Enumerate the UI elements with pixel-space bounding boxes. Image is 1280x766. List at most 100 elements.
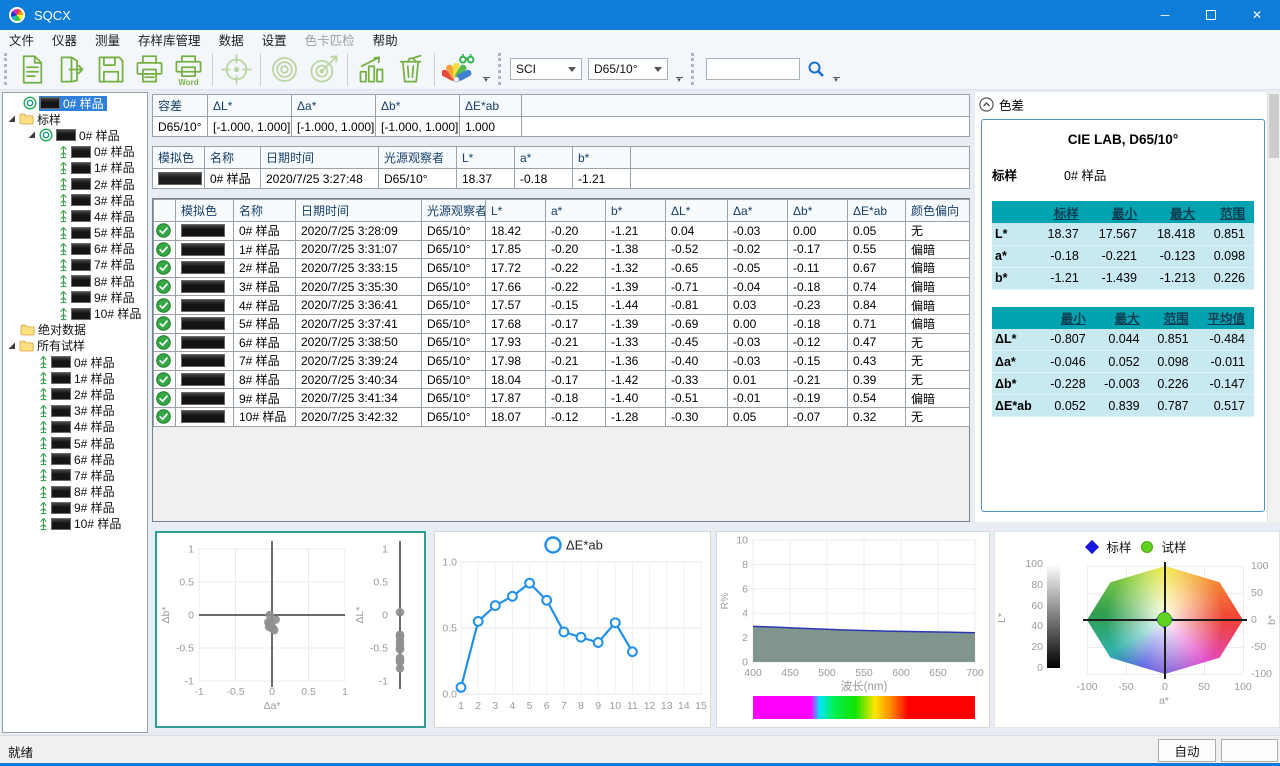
tree-folder-all-samples[interactable]: 所有试样	[3, 338, 147, 354]
tree-folder-absolute-data[interactable]: 绝对数据	[3, 322, 147, 338]
column-header[interactable]: b*	[573, 147, 631, 169]
tree-item-sample[interactable]: 10# 样品	[3, 516, 147, 532]
tree-item-standard[interactable]: 0# 样品	[3, 127, 147, 143]
toolbar-overflow-icon[interactable]: ▾	[673, 54, 685, 84]
tree-item-sample[interactable]: 2# 样品	[3, 386, 147, 402]
delta-ab-scatter-chart[interactable]: -1-0.500.51-1-0.500.51Δb*Δa*-1-0.500.51Δ…	[155, 531, 426, 728]
crosshair-target-button[interactable]	[217, 51, 256, 88]
sample-row[interactable]: 6# 样品2020/7/25 3:38:50D65/10°17.93-0.21-…	[154, 333, 970, 352]
column-header[interactable]: b*	[606, 200, 666, 222]
column-header[interactable]: 模拟色	[176, 200, 234, 222]
toolbar-overflow-icon[interactable]: ▾	[480, 54, 492, 84]
column-header[interactable]: Δa*	[728, 200, 788, 222]
new-document-button[interactable]	[13, 51, 52, 88]
column-header[interactable]: Δb*	[788, 200, 848, 222]
tree-expander-icon[interactable]	[27, 130, 37, 140]
standard-row[interactable]: 0# 样品2020/7/25 3:27:48D65/10°18.37-0.18-…	[153, 169, 970, 189]
menu-item-settings[interactable]: 设置	[253, 29, 296, 50]
print-button[interactable]	[130, 51, 169, 88]
sample-row[interactable]: 10# 样品2020/7/25 3:42:32D65/10°18.07-0.12…	[154, 407, 970, 426]
delete-button[interactable]	[391, 51, 430, 88]
column-header[interactable]: ΔE*ab	[848, 200, 906, 222]
tree-item-sample[interactable]: 7# 样品	[3, 467, 147, 483]
close-button[interactable]: ✕	[1234, 0, 1280, 30]
export-button[interactable]	[52, 51, 91, 88]
tree-expander-icon[interactable]	[7, 341, 17, 351]
column-header[interactable]: 光源观察者	[422, 200, 486, 222]
tree-item-sample[interactable]: 9# 样品	[3, 289, 147, 305]
column-header[interactable]: a*	[546, 200, 606, 222]
search-icon[interactable]	[804, 57, 828, 81]
tree-item-current-sample[interactable]: 0# 样品	[3, 95, 147, 111]
sample-row[interactable]: 8# 样品2020/7/25 3:40:34D65/10°18.04-0.17-…	[154, 370, 970, 389]
sample-row[interactable]: 0# 样品2020/7/25 3:28:09D65/10°18.42-0.20-…	[154, 222, 970, 241]
tree-item-sample[interactable]: 7# 样品	[3, 257, 147, 273]
tree-item-sample[interactable]: 0# 样品	[3, 144, 147, 160]
menu-item-file[interactable]: 文件	[0, 29, 43, 50]
tree-expander-icon[interactable]	[7, 114, 17, 124]
sample-row[interactable]: 5# 样品2020/7/25 3:37:41D65/10°17.68-0.17-…	[154, 314, 970, 333]
menu-item-measure[interactable]: 测量	[86, 29, 129, 50]
print-word-button[interactable]: Word	[169, 51, 208, 88]
column-header[interactable]: Δa*	[292, 95, 376, 117]
tree-item-sample[interactable]: 1# 样品	[3, 160, 147, 176]
menu-item-help[interactable]: 帮助	[364, 29, 407, 50]
tree-folder-standards[interactable]: 标样	[3, 111, 147, 127]
reflectance-spectrum-chart[interactable]: 0246810400450500550600650700波长(nm)R%	[716, 531, 990, 728]
column-header[interactable]: 光源观察者	[379, 147, 457, 169]
save-button[interactable]	[91, 51, 130, 88]
sample-row[interactable]: 4# 样品2020/7/25 3:36:41D65/10°17.57-0.15-…	[154, 296, 970, 315]
panel-scrollbar[interactable]	[1267, 92, 1280, 522]
menu-item-sample-library[interactable]: 存样库管理	[129, 29, 210, 50]
column-header[interactable]: 颜色偏向	[906, 200, 970, 222]
tree-item-sample[interactable]: 6# 样品	[3, 451, 147, 467]
dart-target-button[interactable]	[304, 51, 343, 88]
column-header[interactable]: 日期时间	[261, 147, 379, 169]
statistics-button[interactable]	[352, 51, 391, 88]
column-header[interactable]: ΔL*	[666, 200, 728, 222]
tree-item-sample[interactable]: 1# 样品	[3, 370, 147, 386]
tree-item-sample[interactable]: 8# 样品	[3, 484, 147, 500]
column-header[interactable]: 模拟色	[153, 147, 205, 169]
tree-item-sample[interactable]: 4# 样品	[3, 419, 147, 435]
delta-e-line-chart[interactable]: ΔE*ab1234567891011121314150.00.51.0	[434, 531, 711, 728]
maximize-button[interactable]	[1188, 0, 1234, 30]
menu-item-color-card-match[interactable]: 色卡匹检	[296, 29, 364, 50]
minimize-button[interactable]: ─	[1142, 0, 1188, 30]
tree-item-sample[interactable]: 10# 样品	[3, 305, 147, 321]
menu-item-data[interactable]: 数据	[210, 29, 253, 50]
tree-item-sample[interactable]: 8# 样品	[3, 273, 147, 289]
tree-item-sample[interactable]: 3# 样品	[3, 403, 147, 419]
tree-item-sample[interactable]: 2# 样品	[3, 176, 147, 192]
column-header[interactable]: ΔL*	[208, 95, 292, 117]
tree-item-sample[interactable]: 3# 样品	[3, 192, 147, 208]
column-header[interactable]: 名称	[234, 200, 296, 222]
tree-item-sample[interactable]: 0# 样品	[3, 354, 147, 370]
column-header[interactable]: a*	[515, 147, 573, 169]
column-header[interactable]: 名称	[205, 147, 261, 169]
sample-row[interactable]: 2# 样品2020/7/25 3:33:15D65/10°17.72-0.22-…	[154, 259, 970, 278]
sample-row[interactable]: 3# 样品2020/7/25 3:35:30D65/10°17.66-0.22-…	[154, 277, 970, 296]
column-header[interactable]: Δb*	[376, 95, 460, 117]
sample-row[interactable]: 7# 样品2020/7/25 3:39:24D65/10°17.98-0.21-…	[154, 352, 970, 371]
auto-button[interactable]: 自动	[1158, 739, 1216, 762]
tree-item-sample[interactable]: 5# 样品	[3, 225, 147, 241]
sci-sce-select[interactable]: SCI	[510, 58, 582, 80]
tree-item-sample[interactable]: 5# 样品	[3, 435, 147, 451]
column-header[interactable]: 容差	[153, 95, 208, 117]
concentric-target-button[interactable]	[265, 51, 304, 88]
tree-item-sample[interactable]: 9# 样品	[3, 500, 147, 516]
sample-row[interactable]: 1# 样品2020/7/25 3:31:07D65/10°17.85-0.20-…	[154, 240, 970, 259]
toolbar-overflow-icon[interactable]: ▾	[830, 54, 842, 84]
illuminant-observer-select[interactable]: D65/10°	[588, 58, 668, 80]
menu-item-instrument[interactable]: 仪器	[43, 29, 86, 50]
column-header[interactable]	[154, 200, 176, 222]
scrollbar-thumb[interactable]	[1269, 94, 1279, 158]
tree-item-sample[interactable]: 4# 样品	[3, 208, 147, 224]
sample-row[interactable]: 9# 样品2020/7/25 3:41:34D65/10°17.87-0.18-…	[154, 389, 970, 408]
search-input[interactable]	[706, 58, 800, 80]
color-gamut-chart[interactable]: 标样试样100806040200L*100500-50-100b*-100-50…	[994, 531, 1280, 728]
column-header[interactable]: L*	[486, 200, 546, 222]
column-header[interactable]: ΔE*ab	[460, 95, 522, 117]
status-extra-panel[interactable]	[1221, 739, 1278, 762]
